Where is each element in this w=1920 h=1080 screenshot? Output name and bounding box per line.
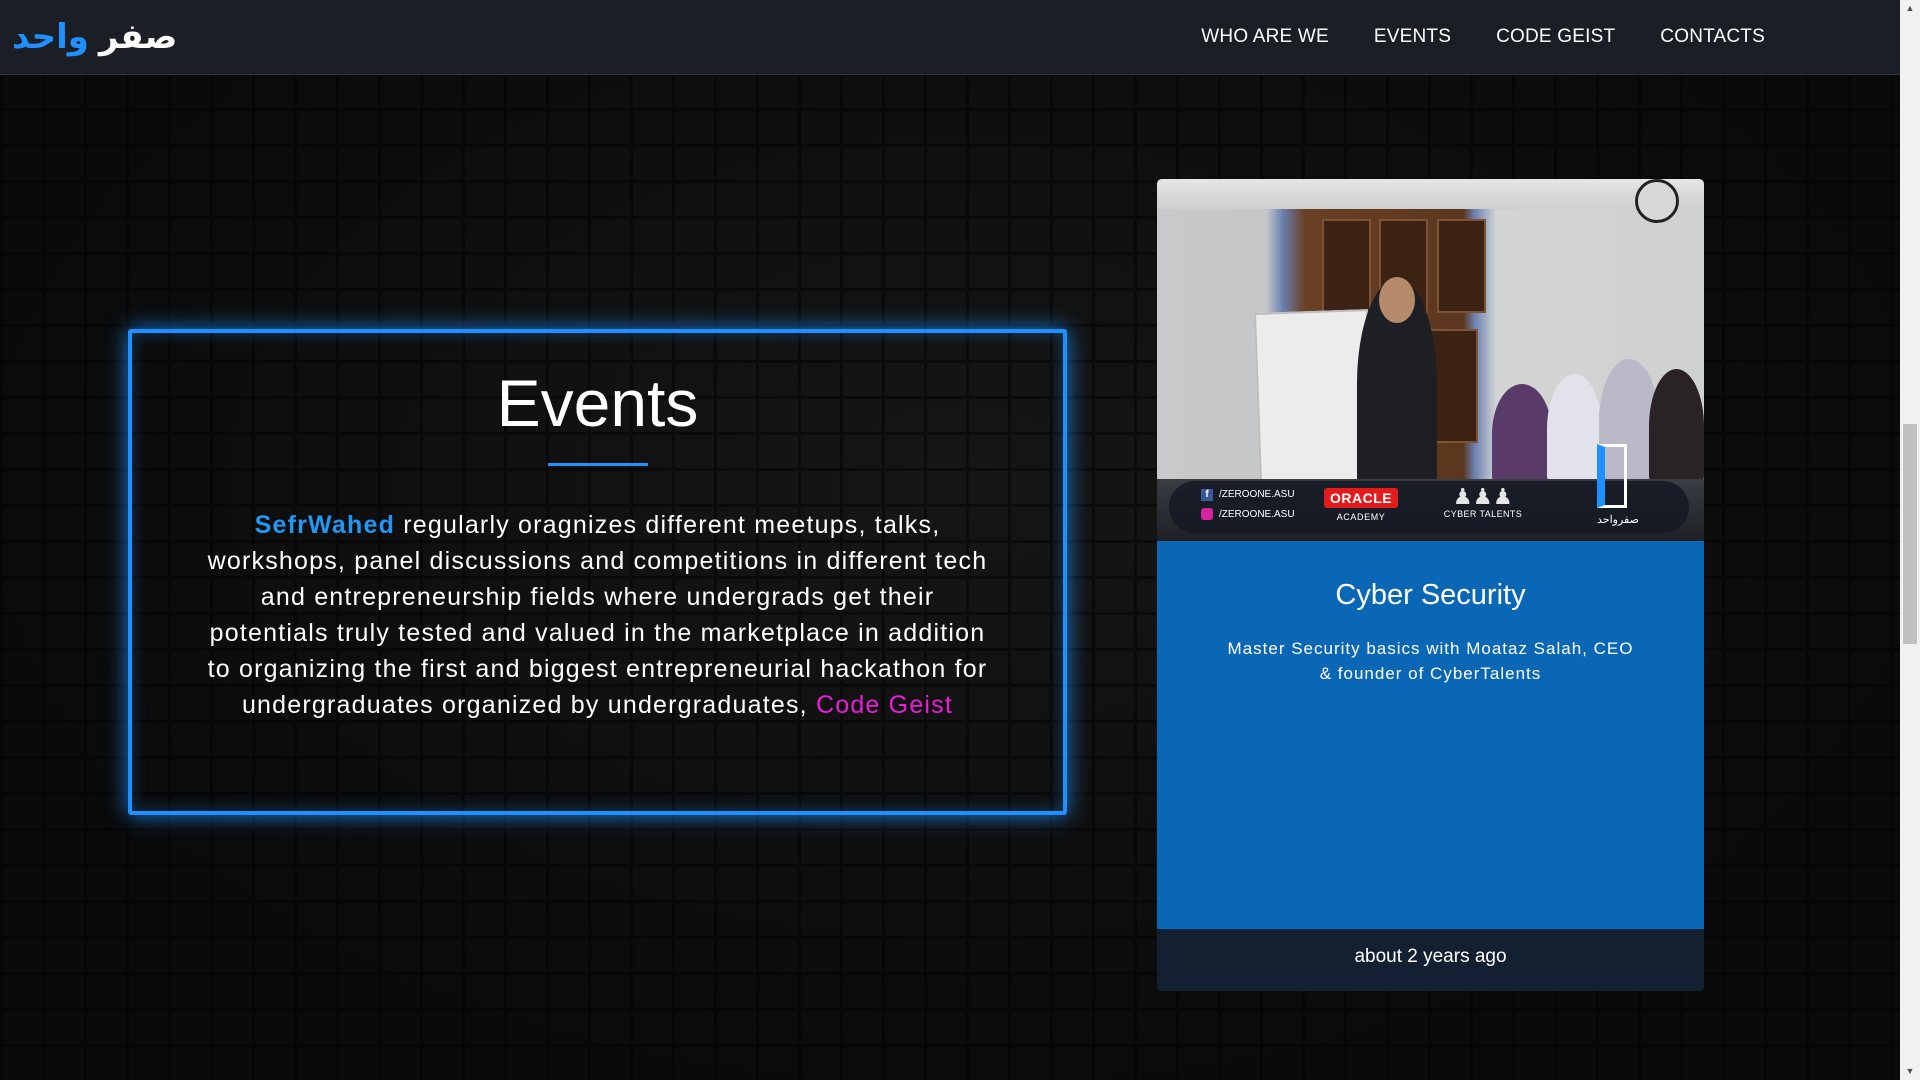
- nav-menu: WHO ARE WE EVENTS CODE GEIST CONTACTS: [1201, 26, 1765, 48]
- events-description: SefrWahed regularly oragnizes different …: [208, 507, 988, 723]
- navbar: صفر واحد WHO ARE WE EVENTS CODE GEIST CO…: [0, 0, 1900, 75]
- photo-ceiling: [1157, 179, 1704, 209]
- oracle-logo-text: ORACLE: [1324, 488, 1399, 508]
- clock-icon: [1635, 179, 1679, 223]
- door-panel-3: [1437, 219, 1486, 313]
- nav-link-contacts[interactable]: CONTACTS: [1660, 26, 1765, 48]
- cyber-talents-text: CYBER TALENTS: [1443, 509, 1523, 519]
- audience-1: [1492, 384, 1552, 484]
- facebook-icon: f: [1201, 489, 1213, 501]
- nav-link-who-are-we[interactable]: WHO ARE WE: [1201, 26, 1329, 48]
- sefrwahed-one-logo: [1597, 444, 1627, 508]
- page-scrollbar[interactable]: ▲ ▼: [1900, 0, 1920, 1080]
- events-panel: Events SefrWahed regularly oragnizes dif…: [128, 329, 1067, 815]
- door-panel-1: [1322, 219, 1371, 313]
- whiteboard: [1254, 309, 1374, 485]
- scroll-up-arrow-icon[interactable]: ▲: [1900, 0, 1920, 17]
- brand-word-1: صفر: [98, 17, 178, 57]
- events-description-text: regularly oragnizes different meetups, t…: [207, 511, 988, 719]
- facebook-handle: /ZEROONE.ASU: [1219, 489, 1295, 500]
- instagram-handle: /ZEROONE.ASU: [1219, 509, 1295, 520]
- event-photo: f/ZEROONE.ASU /ZEROONE.ASU ORACLE ACADEM…: [1157, 179, 1704, 541]
- presenter-head: [1379, 277, 1415, 323]
- oracle-academy-logo: ORACLE ACADEMY: [1324, 488, 1399, 522]
- card-description: Master Security basics with Moataz Salah…: [1227, 639, 1634, 683]
- cyber-talents-logo: ♟♟♟ CYBER TALENTS: [1443, 484, 1523, 520]
- code-geist-link[interactable]: Code Geist: [816, 691, 953, 719]
- nav-link-events[interactable]: EVENTS: [1374, 26, 1451, 48]
- sefrwahed-logo-text: صفرواحد: [1597, 514, 1639, 526]
- card-title: Cyber Security: [1335, 579, 1526, 611]
- social-handles: f/ZEROONE.ASU /ZEROONE.ASU: [1201, 485, 1295, 525]
- instagram-icon: [1201, 508, 1213, 521]
- events-title: Events: [496, 366, 699, 440]
- audience-4: [1649, 369, 1704, 484]
- oracle-sub-text: ACADEMY: [1336, 512, 1386, 522]
- event-card[interactable]: f/ZEROONE.ASU /ZEROONE.ASU ORACLE ACADEM…: [1157, 179, 1704, 991]
- scroll-down-arrow-icon[interactable]: ▼: [1900, 1063, 1920, 1080]
- brand-logo[interactable]: صفر واحد: [12, 17, 177, 57]
- title-divider: [547, 463, 648, 466]
- audience-2: [1547, 374, 1602, 484]
- nav-link-code-geist[interactable]: CODE GEIST: [1496, 26, 1615, 48]
- scrollbar-thumb[interactable]: [1903, 424, 1917, 644]
- people-icon: ♟♟♟: [1452, 484, 1514, 509]
- card-timestamp: about 2 years ago: [1157, 929, 1704, 991]
- card-body: Cyber Security Master Security basics wi…: [1157, 579, 1704, 686]
- org-name: SefrWahed: [254, 511, 396, 539]
- brand-word-2: واحد: [12, 17, 89, 57]
